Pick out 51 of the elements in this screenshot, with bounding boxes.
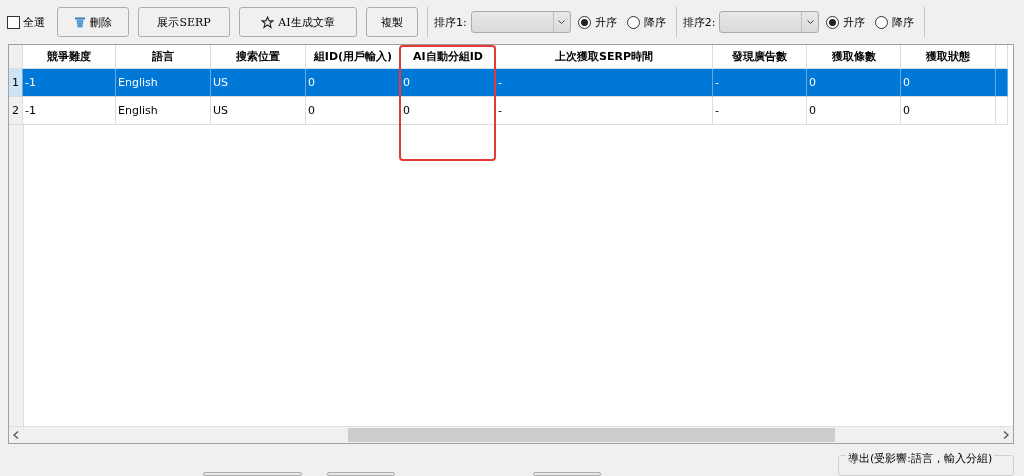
checkbox[interactable] xyxy=(7,15,20,29)
table-cell: 0 xyxy=(306,69,401,97)
table-cell: 0 xyxy=(401,69,496,97)
table-cell: - xyxy=(496,69,713,97)
table-cell: -1 xyxy=(23,97,116,125)
radio-button[interactable] xyxy=(626,15,640,29)
table-cell: US xyxy=(211,97,306,125)
toolbar-button[interactable]: 複製 xyxy=(366,7,418,37)
table-cell: English xyxy=(116,97,211,125)
caret-icon xyxy=(806,19,814,25)
table-cell xyxy=(996,69,1008,97)
table-row[interactable]: 1 -1 English US 0 0 - - 0 0 xyxy=(9,69,1013,97)
table-cell: 0 xyxy=(807,69,901,97)
scroll-right-icon[interactable] xyxy=(1003,431,1009,439)
table-cell: 0 xyxy=(807,97,901,125)
radio-label[interactable]: 降序 xyxy=(643,14,666,30)
row-number: 2 xyxy=(9,97,23,125)
toolbar-button[interactable]: 刪除 xyxy=(57,7,129,37)
scroll-left-icon[interactable] xyxy=(13,431,19,439)
radio-button[interactable] xyxy=(875,15,889,29)
table-cell: -1 xyxy=(23,69,116,97)
header-corner xyxy=(9,45,23,69)
sort-label: 排序1: xyxy=(434,14,467,30)
table-cell: US xyxy=(211,69,306,97)
table-cell: English xyxy=(116,69,211,97)
checkbox-label[interactable]: 全選 xyxy=(23,14,45,30)
table-cell xyxy=(996,97,1008,125)
table-cell: 0 xyxy=(401,97,496,125)
sort-dropdown[interactable] xyxy=(719,11,820,33)
toolbar-button[interactable]: AI生成文章 xyxy=(239,7,357,37)
radio-label[interactable]: 升序 xyxy=(843,14,866,30)
row-number: 1 xyxy=(9,69,23,97)
caret-icon xyxy=(558,19,566,25)
table-cell: 0 xyxy=(901,69,996,97)
toolbar-button[interactable]: 展示SERP xyxy=(138,7,230,37)
table-cell: - xyxy=(713,69,807,97)
table-row[interactable]: 2 -1 English US 0 0 - - 0 0 xyxy=(9,97,1013,125)
table-cell: 0 xyxy=(901,97,996,125)
trash-icon xyxy=(74,16,86,28)
radio-label[interactable]: 降序 xyxy=(892,14,915,30)
scrollbar-thumb[interactable] xyxy=(348,428,835,442)
table-cell: - xyxy=(713,97,807,125)
sort-dropdown[interactable] xyxy=(470,11,571,33)
radio-label[interactable]: 升序 xyxy=(594,14,617,30)
radio-button[interactable] xyxy=(826,15,840,29)
radio-button[interactable] xyxy=(577,15,591,29)
group-title: 導出(受影響:語言，輸入分組) xyxy=(846,451,995,466)
star-icon xyxy=(261,15,275,29)
table-cell: 0 xyxy=(306,97,401,125)
table-cell: - xyxy=(496,97,713,125)
sort-label: 排序2: xyxy=(682,14,716,30)
